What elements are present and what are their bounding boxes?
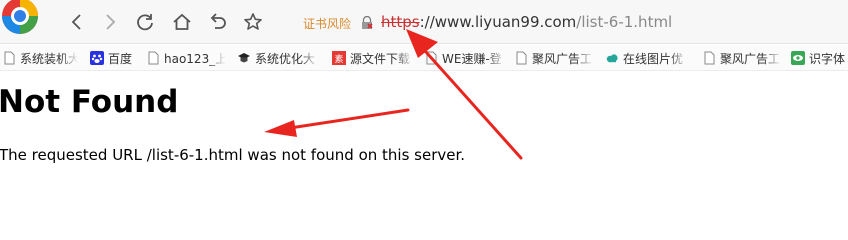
bookmark-label: 系统装机大 — [20, 51, 78, 66]
eye-icon — [791, 51, 805, 65]
cloud-icon — [605, 51, 619, 65]
bookmark-label: 在线图片优 — [623, 51, 684, 66]
bookmark-label: WE速赚-登 — [442, 51, 502, 66]
forward-arrow-icon — [106, 14, 116, 30]
file-icon — [146, 51, 160, 65]
bookmark-label: hao123_上 — [164, 51, 226, 66]
file-icon — [2, 51, 16, 65]
forward-button[interactable] — [99, 11, 121, 33]
undo-icon — [210, 13, 226, 29]
bookmarks-bar: 系统装机大 百度 hao123_上 系统优化大 素 源文件下载 WE速赚-登 聚… — [0, 45, 848, 71]
graduation-cap-icon — [237, 51, 251, 65]
bookmark-label: 聚风广告工 — [720, 51, 781, 66]
home-button[interactable] — [171, 11, 193, 33]
bookmark-label: 聚风广告工 — [532, 51, 593, 66]
bookmark-item[interactable]: 识字体 — [791, 49, 848, 67]
file-icon — [702, 51, 716, 65]
bookmark-label: 百度 — [108, 51, 133, 66]
page-content: Not Found The requested URL /list-6-1.ht… — [0, 72, 848, 224]
refresh-icon — [137, 14, 153, 31]
bookmark-item[interactable]: 聚风广告工 — [702, 49, 782, 67]
certificate-risk-warning[interactable]: 证书风险 — [303, 15, 351, 32]
file-icon — [424, 51, 438, 65]
bookmark-item[interactable]: 百度 — [90, 49, 138, 67]
browser-logo-icon[interactable] — [0, 0, 44, 40]
bookmark-label: 识字体 — [809, 51, 846, 66]
bookmark-item[interactable]: 系统优化大 — [237, 49, 321, 67]
svg-text:素: 素 — [334, 53, 343, 65]
back-arrow-icon — [71, 14, 81, 30]
refresh-button[interactable] — [134, 11, 156, 33]
bookmark-item[interactable]: WE速赚-登 — [424, 49, 506, 67]
url-separator: :// — [419, 13, 435, 31]
address-bar-url[interactable]: https://www.liyuan99.com/list-6-1.html — [381, 13, 672, 31]
home-icon — [173, 13, 191, 30]
bookmark-item[interactable]: 系统装机大 — [2, 49, 78, 67]
back-button[interactable] — [66, 11, 88, 33]
url-scheme: https — [381, 13, 420, 31]
red-square-icon: 素 — [332, 51, 346, 65]
baidu-paw-icon — [90, 51, 104, 65]
url-host: www.liyuan99.com — [434, 13, 577, 31]
star-icon — [244, 13, 262, 30]
bookmark-item[interactable]: 聚风广告工 — [514, 49, 594, 67]
bookmark-item[interactable]: 在线图片优 — [605, 49, 691, 67]
browser-toolbar: 证书风险 https://www.liyuan99.com/list-6-1.h… — [0, 0, 848, 44]
bookmark-star-button[interactable] — [242, 11, 264, 33]
bookmark-item[interactable]: hao123_上 — [146, 49, 226, 67]
undo-button[interactable] — [207, 11, 229, 33]
broken-lock-icon[interactable] — [360, 15, 374, 29]
bookmark-item[interactable]: 素 源文件下载 — [332, 49, 416, 67]
bookmark-label: 源文件下载 — [350, 51, 411, 66]
error-message: The requested URL /list-6-1.html was not… — [0, 146, 466, 164]
url-path: /list-6-1.html — [576, 13, 673, 31]
file-icon — [514, 51, 528, 65]
bookmark-label: 系统优化大 — [255, 51, 316, 66]
page-title: Not Found — [0, 84, 179, 120]
